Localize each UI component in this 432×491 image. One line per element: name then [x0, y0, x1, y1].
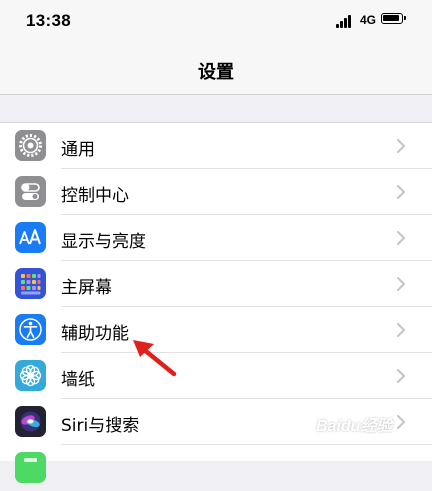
settings-row-label: 主屏幕: [61, 278, 112, 298]
settings-row-label: Siri与搜索: [61, 416, 140, 436]
settings-row-label: 墙纸: [61, 370, 95, 390]
chevron-right-icon: [397, 323, 405, 337]
settings-row-label: 辅助功能: [61, 324, 129, 344]
gear-icon: [15, 130, 46, 161]
settings-row-general[interactable]: 通用: [0, 123, 432, 169]
status-time: 13:38: [26, 11, 71, 30]
settings-row-label: 控制中心: [61, 186, 129, 206]
chevron-right-icon: [397, 139, 405, 153]
chevron-right-icon: [397, 369, 405, 383]
accessibility-icon: [15, 314, 46, 345]
settings-row-label: 通用: [61, 140, 95, 160]
settings-row-display-brightness[interactable]: 显示与亮度: [0, 215, 432, 261]
settings-row-wallpaper[interactable]: 墙纸: [0, 353, 432, 399]
settings-row-partial[interactable]: [0, 445, 432, 491]
chevron-right-icon: [397, 277, 405, 291]
chevron-right-icon: [397, 415, 405, 429]
watermark: Baidu经验: [316, 418, 393, 435]
siri-icon: [15, 406, 46, 437]
settings-row-home-screen[interactable]: 主屏幕: [0, 261, 432, 307]
settings-row-accessibility[interactable]: 辅助功能: [0, 307, 432, 353]
page-title: 设置: [198, 62, 234, 83]
partial-icon: [15, 452, 46, 483]
app-grid-icon: [15, 268, 46, 299]
navigation-bar: 设置: [0, 44, 432, 95]
cellular-signal-icon: [336, 14, 356, 28]
chevron-right-icon: [397, 185, 405, 199]
toggles-icon: [15, 176, 46, 207]
settings-row-control-center[interactable]: 控制中心: [0, 169, 432, 215]
status-bar: 13:38 4G: [0, 0, 432, 44]
flower-icon: [15, 360, 46, 391]
text-size-icon: [15, 222, 46, 253]
settings-row-label: 显示与亮度: [61, 232, 146, 252]
settings-list: 通用 控制中心 显示与亮度 主屏幕 辅助功能 墙纸 Siri与搜索: [0, 122, 432, 483]
battery-icon: [381, 13, 406, 24]
chevron-right-icon: [397, 231, 405, 245]
network-type: 4G: [360, 13, 377, 27]
